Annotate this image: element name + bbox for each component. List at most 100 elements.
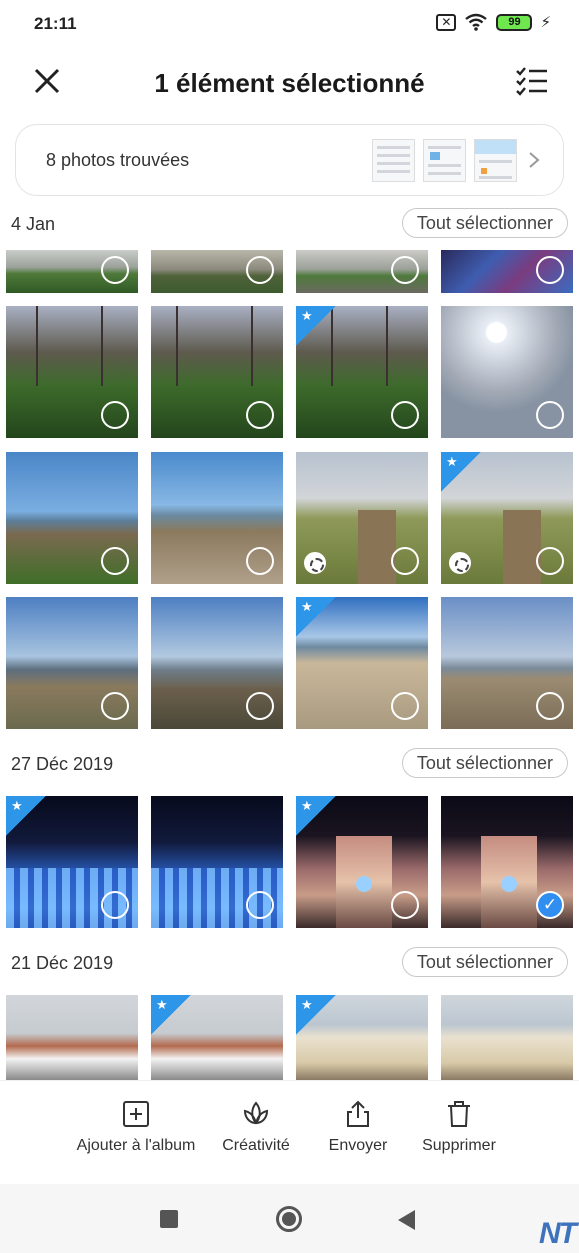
status-icons: ✕ 99 ⚡ — [436, 13, 551, 31]
section-header: 27 Déc 2019 Tout sélectionner — [0, 744, 579, 784]
select-circle[interactable] — [391, 692, 419, 720]
photo-thumbnail[interactable] — [6, 250, 138, 293]
section-date: 27 Déc 2019 — [11, 754, 114, 774]
star-icon: ★ — [11, 798, 23, 813]
system-nav-bar: NT — [0, 1184, 579, 1253]
star-icon: ★ — [301, 798, 313, 813]
select-circle[interactable] — [391, 401, 419, 429]
select-circle[interactable] — [391, 256, 419, 284]
select-circle[interactable] — [246, 692, 274, 720]
photo-thumbnail[interactable] — [441, 306, 573, 438]
document-thumbnail — [423, 139, 466, 182]
creativity-label: Créativité — [222, 1137, 290, 1154]
document-thumbnail — [474, 139, 517, 182]
photo-thumbnail[interactable]: ★ — [441, 452, 573, 584]
section-date: 21 Déc 2019 — [11, 953, 114, 973]
photo-thumbnail[interactable] — [151, 597, 283, 729]
favorite-badge: ★ — [296, 796, 336, 836]
photo-thumbnail[interactable] — [441, 995, 573, 1080]
photo-thumbnail[interactable]: ★ — [6, 796, 138, 928]
select-all-button[interactable]: Tout sélectionner — [401, 947, 568, 977]
trash-icon — [448, 1101, 470, 1127]
checklist-icon[interactable] — [515, 64, 549, 98]
select-circle[interactable] — [536, 256, 564, 284]
photo-thumbnail[interactable] — [6, 597, 138, 729]
select-circle[interactable] — [101, 401, 129, 429]
photo-thumbnail[interactable] — [441, 597, 573, 729]
share-icon — [347, 1100, 369, 1127]
back-button[interactable] — [398, 1210, 415, 1230]
photo-thumbnail[interactable] — [296, 250, 428, 293]
star-icon: ★ — [301, 997, 313, 1012]
photo-thumbnail[interactable] — [151, 250, 283, 293]
select-circle[interactable] — [246, 256, 274, 284]
photo-thumbnail[interactable] — [6, 452, 138, 584]
star-icon: ★ — [156, 997, 168, 1012]
photo-thumbnail[interactable] — [296, 452, 428, 584]
favorite-badge: ★ — [441, 452, 481, 492]
document-thumbnail — [372, 139, 415, 182]
select-circle[interactable] — [391, 891, 419, 919]
select-circle[interactable] — [391, 547, 419, 575]
select-circle[interactable] — [101, 692, 129, 720]
recents-button[interactable] — [160, 1210, 178, 1228]
section-header: 4 Jan Tout sélectionner — [0, 204, 579, 244]
star-icon: ★ — [301, 308, 313, 323]
photo-thumbnail-selected[interactable]: ✓ — [441, 796, 573, 928]
no-sim-icon: ✕ — [436, 13, 457, 31]
favorite-badge: ★ — [151, 995, 191, 1035]
status-bar: 21:11 ✕ 99 ⚡ — [0, 0, 579, 48]
photo-thumbnail[interactable] — [6, 995, 138, 1080]
photo-thumbnail[interactable] — [151, 452, 283, 584]
photo-thumbnail[interactable]: ★ — [296, 597, 428, 729]
favorite-badge: ★ — [296, 995, 336, 1035]
photo-thumbnail[interactable]: ★ — [296, 306, 428, 438]
send-label: Envoyer — [328, 1137, 388, 1154]
battery-indicator: 99 — [496, 13, 533, 31]
star-icon: ★ — [446, 454, 458, 469]
section-date: 4 Jan — [11, 214, 56, 234]
found-photos-banner[interactable]: 8 photos trouvées — [15, 124, 564, 196]
select-circle[interactable] — [536, 692, 564, 720]
select-all-button[interactable]: Tout sélectionner — [401, 748, 568, 778]
delete-button[interactable]: Supprimer — [389, 1099, 529, 1155]
delete-label: Supprimer — [422, 1137, 496, 1154]
wifi-icon — [465, 13, 488, 31]
favorite-badge: ★ — [296, 597, 336, 637]
favorite-badge: ★ — [296, 306, 336, 346]
home-button[interactable] — [276, 1206, 302, 1232]
select-circle[interactable] — [536, 547, 564, 575]
select-all-button[interactable]: Tout sélectionner — [401, 208, 568, 238]
photo-thumbnail[interactable] — [6, 306, 138, 438]
chevron-right-icon — [529, 152, 540, 168]
select-circle[interactable] — [536, 401, 564, 429]
checkmark-icon[interactable]: ✓ — [536, 891, 564, 919]
photo-thumbnail[interactable]: ★ — [296, 995, 428, 1080]
aperture-icon — [304, 552, 326, 574]
selection-header: 1 élément sélectionné — [0, 48, 579, 118]
close-icon[interactable] — [30, 64, 64, 98]
select-circle[interactable] — [101, 891, 129, 919]
photo-thumbnail[interactable] — [151, 796, 283, 928]
action-bar: Ajouter à l'album Créativité Envoyer Sup… — [0, 1080, 579, 1184]
aperture-icon — [449, 552, 471, 574]
favorite-badge: ★ — [6, 796, 46, 836]
page-title: 1 élément sélectionné — [154, 68, 425, 98]
lotus-icon — [243, 1101, 269, 1125]
select-circle[interactable] — [246, 401, 274, 429]
photo-thumbnail[interactable]: ★ — [296, 796, 428, 928]
select-circle[interactable] — [246, 891, 274, 919]
found-thumbnails — [372, 139, 517, 182]
section-header: 21 Déc 2019 Tout sélectionner — [0, 943, 579, 983]
photo-thumbnail[interactable]: ★ — [151, 995, 283, 1080]
plus-square-icon — [123, 1101, 149, 1127]
select-circle[interactable] — [101, 547, 129, 575]
add-to-album-label: Ajouter à l'album — [76, 1137, 196, 1154]
photo-thumbnail[interactable] — [441, 250, 573, 293]
photo-thumbnail[interactable] — [151, 306, 283, 438]
add-to-album-button[interactable]: Ajouter à l'album — [66, 1099, 206, 1155]
found-photos-label: 8 photos trouvées — [46, 150, 190, 170]
star-icon: ★ — [301, 599, 313, 614]
select-circle[interactable] — [246, 547, 274, 575]
select-circle[interactable] — [101, 256, 129, 284]
